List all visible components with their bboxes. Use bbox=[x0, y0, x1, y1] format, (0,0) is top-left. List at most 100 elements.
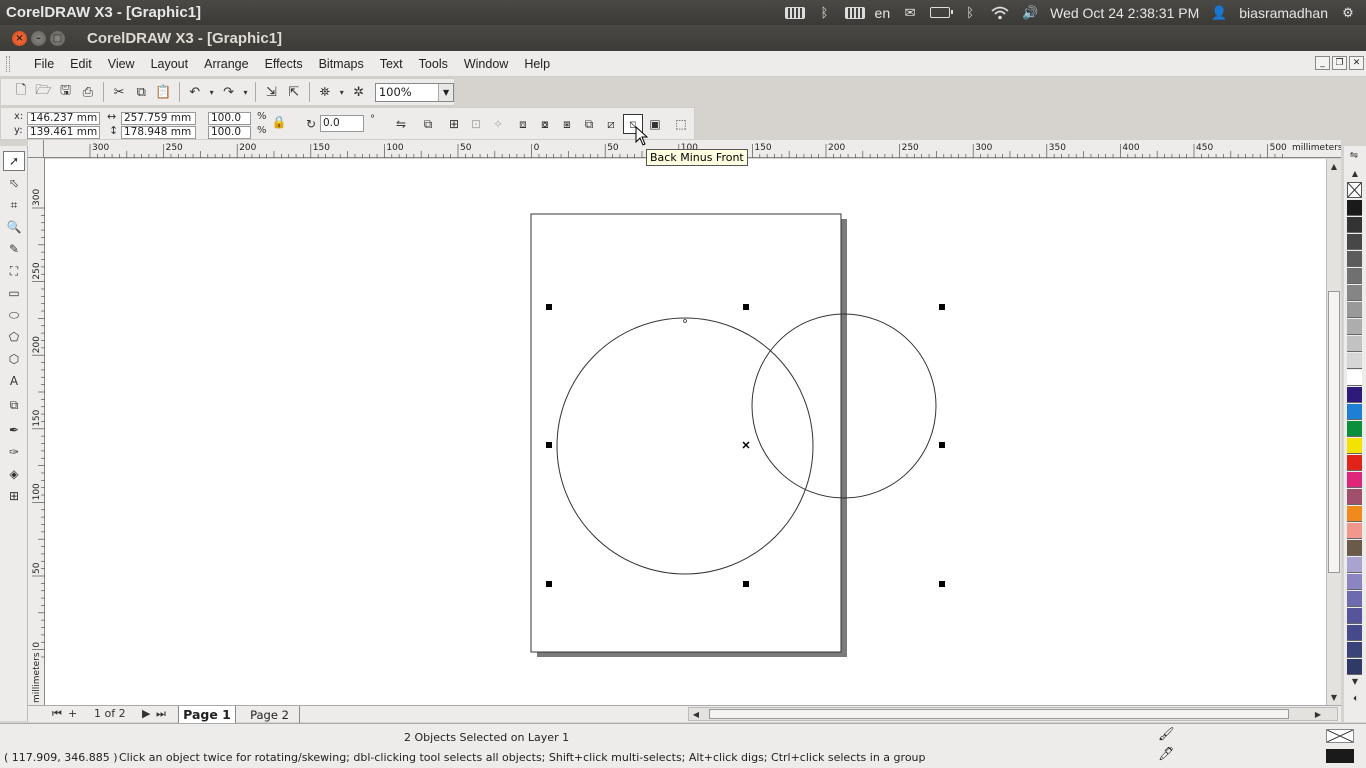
mirror-icon[interactable]: ⇋ bbox=[391, 114, 411, 134]
last-page-icon[interactable]: ⏭ bbox=[156, 707, 166, 721]
node-handle[interactable] bbox=[683, 319, 687, 323]
maximize-window-button[interactable]: □ bbox=[50, 30, 65, 46]
fill-indicator-icon[interactable]: 🖌 bbox=[1158, 727, 1175, 742]
color-swatch[interactable] bbox=[1347, 438, 1362, 454]
keyboard-layout-label[interactable]: en bbox=[875, 5, 891, 21]
menu-view[interactable]: View bbox=[100, 57, 143, 71]
menu-edit[interactable]: Edit bbox=[62, 57, 100, 71]
scroll-down-icon[interactable]: ▼ bbox=[1327, 690, 1341, 704]
menu-help[interactable]: Help bbox=[516, 57, 558, 71]
ruler-origin[interactable] bbox=[28, 140, 44, 158]
zoom-tool-icon[interactable]: 🔍 bbox=[3, 217, 25, 237]
volume-icon[interactable]: 🔊 bbox=[1020, 5, 1040, 20]
color-swatch[interactable] bbox=[1347, 268, 1362, 284]
pick-tool-icon[interactable]: ➚ bbox=[3, 151, 25, 171]
lock-ratio-icon[interactable]: 🔒 bbox=[269, 112, 289, 132]
color-swatch[interactable] bbox=[1347, 455, 1362, 471]
polygon-tool-icon[interactable]: ⬠ bbox=[3, 327, 25, 347]
color-swatch[interactable] bbox=[1347, 387, 1362, 403]
color-swatch[interactable] bbox=[1347, 625, 1362, 641]
shape-tool-icon[interactable]: ⬁ bbox=[3, 173, 25, 193]
first-page-icon[interactable]: ⏮ bbox=[52, 707, 62, 721]
save-icon[interactable]: 🖫 bbox=[55, 82, 75, 103]
bluetooth-icon[interactable]: ᛒ bbox=[815, 5, 835, 20]
copy-icon[interactable]: ⧉ bbox=[131, 82, 151, 103]
menu-arrange[interactable]: Arrange bbox=[196, 57, 256, 71]
simplify-icon[interactable]: ⧉ bbox=[579, 114, 599, 134]
vertical-ruler[interactable]: 300 250 200 150 100 50 0 millimeters bbox=[28, 158, 45, 706]
drawing-canvas[interactable] bbox=[45, 159, 1326, 706]
interactive-blend-tool-icon[interactable]: ⧉ bbox=[3, 395, 25, 415]
rotation-angle-field[interactable]: 0.0 bbox=[320, 115, 364, 132]
fill-color-indicator[interactable] bbox=[1326, 729, 1354, 743]
rectangle-tool-icon[interactable]: ▭ bbox=[3, 283, 25, 303]
color-swatch[interactable] bbox=[1347, 523, 1362, 539]
color-swatch[interactable] bbox=[1347, 200, 1362, 216]
keyboard-icon[interactable] bbox=[784, 6, 805, 20]
scale-y-field[interactable]: 100.0 bbox=[208, 126, 251, 139]
vertical-scrollbar[interactable]: ▲ ▼ bbox=[1326, 159, 1341, 706]
username[interactable]: biasramadhan bbox=[1239, 5, 1328, 21]
color-swatch[interactable] bbox=[1347, 489, 1362, 505]
palette-options-icon[interactable]: ⇋ bbox=[1347, 148, 1361, 162]
intersect-icon[interactable]: ⧆ bbox=[557, 114, 577, 134]
palette-scroll-up-icon[interactable]: ▲ bbox=[1348, 166, 1362, 180]
vertical-scroll-thumb[interactable] bbox=[1328, 291, 1340, 573]
no-color-swatch[interactable] bbox=[1347, 182, 1362, 198]
fill-tool-icon[interactable]: ◈ bbox=[3, 464, 25, 484]
bluetooth-status-icon[interactable]: ᛒ bbox=[960, 5, 980, 20]
doc-minimize-button[interactable]: _ bbox=[1315, 56, 1330, 70]
color-swatch[interactable] bbox=[1347, 659, 1362, 675]
color-swatch[interactable] bbox=[1347, 642, 1362, 658]
export-icon[interactable]: ⇱ bbox=[284, 82, 304, 103]
clock[interactable]: Wed Oct 24 2:38:31 PM bbox=[1050, 5, 1199, 21]
mail-icon[interactable]: ✉ bbox=[900, 5, 920, 20]
color-swatch[interactable] bbox=[1347, 251, 1362, 267]
keyboard-layout-icon[interactable] bbox=[844, 6, 865, 20]
width-field[interactable]: 257.759 mm bbox=[121, 112, 196, 125]
application-launcher-icon[interactable]: ⛯ bbox=[315, 82, 335, 103]
convert-to-curves-icon[interactable]: ⬚ bbox=[671, 114, 691, 134]
menu-window[interactable]: Window bbox=[456, 57, 516, 71]
print-icon[interactable]: ⎙ bbox=[78, 82, 98, 103]
undo-dropdown-icon[interactable]: ▾ bbox=[207, 82, 217, 103]
crop-tool-icon[interactable]: ⌗ bbox=[3, 195, 25, 215]
ellipse-tool-icon[interactable]: ⬭ bbox=[3, 305, 25, 325]
doc-close-button[interactable]: ✕ bbox=[1349, 56, 1364, 70]
cut-icon[interactable]: ✂ bbox=[109, 82, 129, 103]
palette-scroll-down-icon[interactable]: ▼ bbox=[1348, 674, 1362, 688]
close-window-button[interactable]: × bbox=[12, 30, 27, 46]
page-border[interactable] bbox=[530, 213, 842, 653]
undo-icon[interactable]: ↶ bbox=[185, 82, 205, 103]
color-swatch[interactable] bbox=[1347, 234, 1362, 250]
launcher-dropdown-icon[interactable]: ▾ bbox=[337, 82, 347, 103]
eyedropper-tool-icon[interactable]: ✒ bbox=[3, 420, 25, 440]
ungroup-icon[interactable]: ⊡ bbox=[466, 114, 486, 134]
gear-icon[interactable]: ⚙ bbox=[1338, 5, 1358, 20]
color-swatch[interactable] bbox=[1347, 540, 1362, 556]
battery-icon[interactable] bbox=[930, 6, 954, 20]
outline-color-indicator[interactable] bbox=[1326, 749, 1354, 763]
menu-file[interactable]: File bbox=[26, 57, 62, 71]
import-icon[interactable]: ⇲ bbox=[261, 82, 281, 103]
color-swatch[interactable] bbox=[1347, 608, 1362, 624]
color-swatch[interactable] bbox=[1347, 319, 1362, 335]
color-swatch[interactable] bbox=[1347, 574, 1362, 590]
color-swatch[interactable] bbox=[1347, 285, 1362, 301]
outline-tool-icon[interactable]: ✑ bbox=[3, 442, 25, 462]
weld-icon[interactable]: ⧈ bbox=[513, 114, 533, 134]
color-swatch[interactable] bbox=[1347, 421, 1362, 437]
redo-dropdown-icon[interactable]: ▾ bbox=[241, 82, 251, 103]
basic-shapes-tool-icon[interactable]: ⬡ bbox=[3, 349, 25, 369]
menu-bitmaps[interactable]: Bitmaps bbox=[311, 57, 372, 71]
horizontal-scroll-thumb[interactable] bbox=[709, 709, 1289, 719]
open-icon[interactable]: 🗁 bbox=[33, 82, 53, 103]
scroll-right-icon[interactable]: ▶ bbox=[1311, 708, 1325, 720]
scroll-up-icon[interactable]: ▲ bbox=[1327, 159, 1341, 173]
color-swatch[interactable] bbox=[1347, 506, 1362, 522]
color-swatch[interactable] bbox=[1347, 404, 1362, 420]
palette-expand-icon[interactable]: ⏴ bbox=[1348, 692, 1362, 706]
menu-tools[interactable]: Tools bbox=[411, 57, 456, 71]
zoom-level-select[interactable]: 100% ▼ bbox=[374, 82, 455, 102]
combine-icon[interactable]: ⧉ bbox=[418, 114, 438, 134]
